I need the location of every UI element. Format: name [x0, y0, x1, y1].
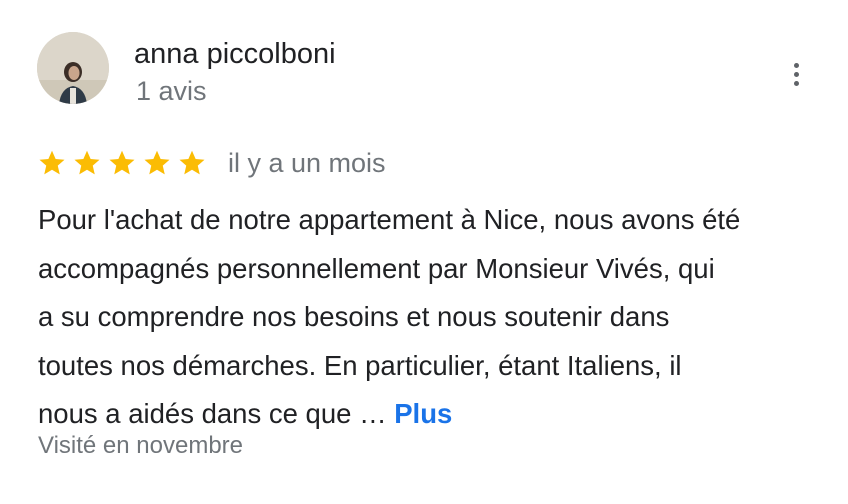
review-text-line: Pour l'achat de notre appartement à Nice… — [38, 204, 741, 235]
star-icon — [37, 148, 67, 178]
star-rating — [37, 146, 212, 180]
author-name[interactable]: anna piccolboni — [134, 36, 336, 72]
more-vert-icon[interactable] — [782, 56, 810, 92]
review-text-line: accompagnés personnellement par Monsieur… — [38, 252, 715, 284]
author-reviews-count: 1 avis — [136, 76, 207, 106]
star-icon — [177, 148, 207, 178]
review-text-line: toutes nos démarches. En particulier, ét… — [38, 349, 682, 381]
review-text: Pour l'achat de notre appartement à Nice… — [38, 196, 828, 439]
more-link[interactable]: Plus — [394, 398, 452, 429]
star-icon — [142, 148, 172, 178]
review-text-line: nous a aidés dans ce que … — [38, 398, 387, 429]
review-text-line: a su comprendre nos besoins et nous sout… — [38, 301, 670, 332]
avatar[interactable] — [37, 32, 109, 104]
review-date: il y a un mois — [228, 148, 386, 178]
star-icon — [107, 148, 137, 178]
visited-date: Visité en novembre — [38, 432, 244, 459]
review-card: anna piccolboni 1 avis il y a un mois Po… — [0, 0, 848, 504]
star-icon — [72, 148, 102, 178]
